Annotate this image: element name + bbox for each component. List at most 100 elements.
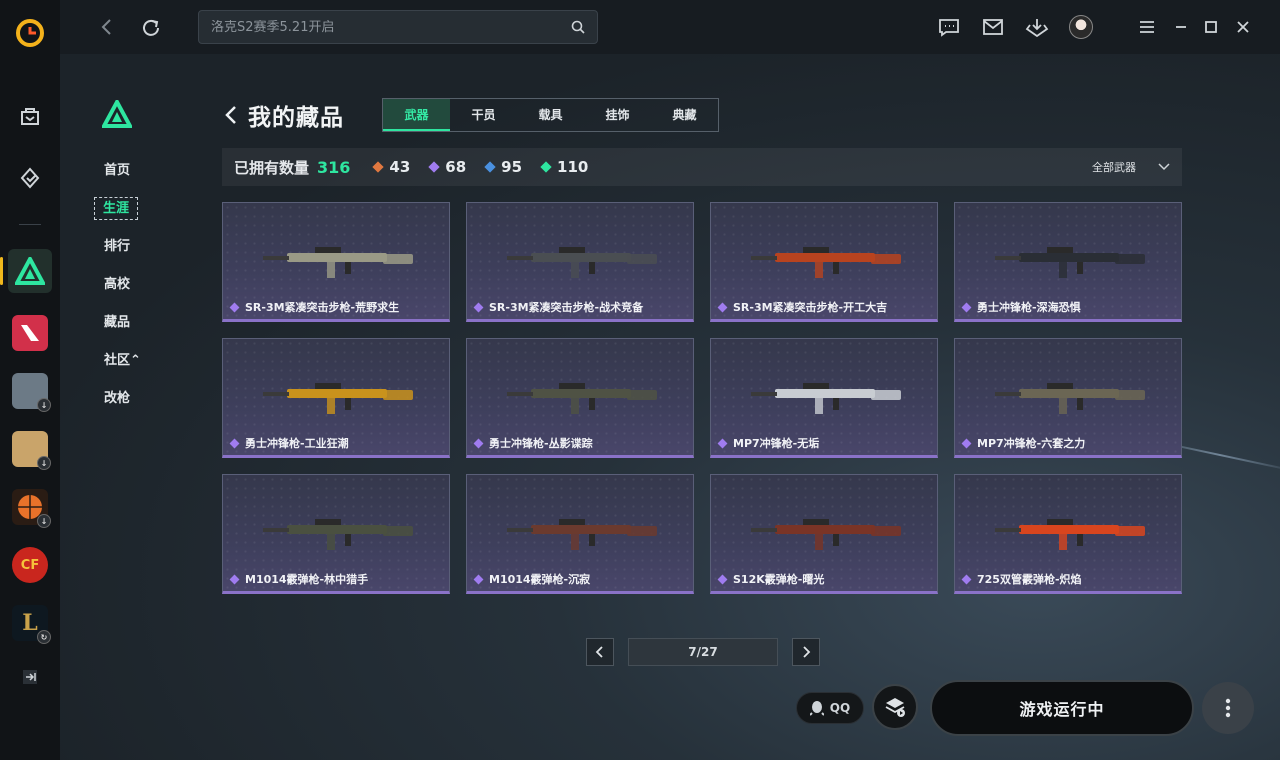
weapon-name-row: SR-3M紧凑突击步枪-战术竞备 <box>473 299 644 315</box>
menu-icon[interactable] <box>1134 14 1160 40</box>
pagination: 7/27 <box>586 638 820 666</box>
category-tabs: 武器 干员 载具 挂饰 典藏 <box>382 98 719 132</box>
prev-page-button[interactable] <box>586 638 614 666</box>
weapon-card[interactable]: M1014霰弹枪-沉寂 <box>466 474 694 594</box>
mail-icon[interactable] <box>980 14 1006 40</box>
page-title: 我的藏品 <box>248 105 344 131</box>
tab-vehicles[interactable]: 载具 <box>517 99 584 131</box>
weapon-image <box>263 383 413 414</box>
user-avatar[interactable] <box>1068 14 1094 40</box>
weapon-name: MP7冲锋枪-六套之力 <box>977 437 1086 450</box>
weapon-card[interactable]: SR-3M紧凑突击步枪-战术竞备 <box>466 202 694 322</box>
stack-icon <box>885 698 905 717</box>
weapon-image <box>751 383 901 414</box>
search-box[interactable] <box>198 10 598 44</box>
chat-icon[interactable] <box>936 14 962 40</box>
blue-diamond-icon <box>484 161 496 173</box>
app-rail: ↓ ↓ ↓ CF L ↻ <box>0 0 60 760</box>
game-running-button[interactable]: 游戏运行中 <box>930 680 1194 736</box>
tab-charms[interactable]: 挂饰 <box>584 99 651 131</box>
weapon-filter-dropdown[interactable]: 全部武器 <box>1092 159 1170 175</box>
rail-divider <box>19 224 41 225</box>
layer-stack-button[interactable] <box>872 684 918 730</box>
more-options-button[interactable] <box>1202 682 1254 734</box>
maximize-icon[interactable] <box>1198 14 1224 40</box>
nav-ranking[interactable]: 排行 <box>90 228 160 266</box>
main-panel: 首页 生涯 排行 高校 藏品 社区⌃ 改枪 我的藏品 武器 干员 载具 挂饰 典… <box>60 54 1280 760</box>
tab-weapons[interactable]: 武器 <box>383 99 450 131</box>
game-basketball[interactable]: ↓ <box>12 489 51 528</box>
nav-college[interactable]: 高校 <box>90 266 160 304</box>
back-nav-icon[interactable] <box>94 14 120 40</box>
games-icon[interactable] <box>10 158 50 198</box>
secondary-nav: 首页 生涯 排行 高校 藏品 社区⌃ 改枪 <box>90 97 160 418</box>
weapon-image <box>995 519 1145 550</box>
game-crossfire[interactable]: CF <box>12 547 48 583</box>
close-icon[interactable] <box>1230 14 1256 40</box>
search-icon[interactable] <box>571 20 585 34</box>
qq-button[interactable]: QQ <box>796 692 864 724</box>
tier-stat-orange: 43 <box>372 158 410 176</box>
next-page-button[interactable] <box>792 638 820 666</box>
refresh-icon[interactable] <box>138 14 164 40</box>
weapon-name: MP7冲锋枪-无垢 <box>733 437 820 450</box>
nav-collection-label: 藏品 <box>104 315 131 330</box>
app-logo-icon[interactable] <box>15 18 45 48</box>
weapon-card[interactable]: MP7冲锋枪-无垢 <box>710 338 938 458</box>
weapon-name: M1014霰弹枪-沉寂 <box>489 573 591 586</box>
game-pubg[interactable]: ↓ <box>12 431 51 470</box>
store-icon[interactable] <box>10 96 50 136</box>
tier-stat-value: 95 <box>501 158 523 176</box>
weapon-image <box>507 383 657 414</box>
weapon-card[interactable]: 勇士冲锋枪-工业狂潮 <box>222 338 450 458</box>
purple-rarity-icon <box>473 574 484 584</box>
weapon-card[interactable]: SR-3M紧凑突击步枪-开工大吉 <box>710 202 938 322</box>
weapon-image <box>995 247 1145 278</box>
weapon-image <box>995 383 1145 414</box>
weapon-card[interactable]: MP7冲锋枪-六套之力 <box>954 338 1182 458</box>
weapon-name: SR-3M紧凑突击步枪-开工大吉 <box>733 301 888 314</box>
nav-career[interactable]: 生涯 <box>90 190 160 228</box>
weapon-image <box>507 247 657 278</box>
weapon-card[interactable]: 725双管霰弹枪-炽焰 <box>954 474 1182 594</box>
nav-home[interactable]: 首页 <box>90 152 160 190</box>
game-pubg-mobile[interactable]: ↓ <box>12 373 51 412</box>
download-icon: ↓ <box>37 398 51 412</box>
weapon-name: SR-3M紧凑突击步枪-荒野求生 <box>245 301 400 314</box>
nav-ranking-label: 排行 <box>104 239 131 254</box>
nav-collection[interactable]: 藏品 <box>90 304 160 342</box>
purple-rarity-icon <box>229 574 240 584</box>
game-valorant[interactable] <box>12 315 48 351</box>
back-icon[interactable] <box>222 104 240 126</box>
weapon-card[interactable]: SR-3M紧凑突击步枪-荒野求生 <box>222 202 450 322</box>
weapon-name: SR-3M紧凑突击步枪-战术竞备 <box>489 301 644 314</box>
weapon-card[interactable]: M1014霰弹枪-林中猎手 <box>222 474 450 594</box>
collapse-rail-icon[interactable] <box>10 657 50 697</box>
game-league-of-legends[interactable]: L ↻ <box>12 605 51 644</box>
purple-rarity-icon <box>229 438 240 448</box>
weapon-name-row: SR-3M紧凑突击步枪-荒野求生 <box>229 299 400 315</box>
tier-stat-green: 110 <box>540 158 588 176</box>
weapon-name-row: M1014霰弹枪-沉寂 <box>473 571 591 587</box>
tab-operators[interactable]: 干员 <box>450 99 517 131</box>
weapon-name: M1014霰弹枪-林中猎手 <box>245 573 369 586</box>
weapon-card[interactable]: 勇士冲锋枪-丛影谍踪 <box>466 338 694 458</box>
purple-diamond-icon <box>428 161 440 173</box>
game-delta-force[interactable] <box>0 249 52 293</box>
nav-college-label: 高校 <box>104 277 131 292</box>
delta-force-logo-icon <box>100 97 134 128</box>
nav-gunsmith[interactable]: 改枪 <box>90 380 160 418</box>
minimize-icon[interactable] <box>1168 14 1194 40</box>
search-input[interactable] <box>211 19 571 35</box>
weapon-card[interactable]: S12K霰弹枪-曙光 <box>710 474 938 594</box>
purple-rarity-icon <box>717 438 728 448</box>
nav-community[interactable]: 社区⌃ <box>90 342 160 380</box>
weapon-card[interactable]: 勇士冲锋枪-深海恐惧 <box>954 202 1182 322</box>
tab-collectibles[interactable]: 典藏 <box>651 99 718 131</box>
page-header: 我的藏品 <box>222 98 344 132</box>
chevron-down-icon <box>1158 163 1170 171</box>
download-manager-icon[interactable] <box>1024 14 1050 40</box>
weapon-image <box>263 519 413 550</box>
update-icon: ↻ <box>37 630 51 644</box>
active-indicator <box>0 257 3 285</box>
